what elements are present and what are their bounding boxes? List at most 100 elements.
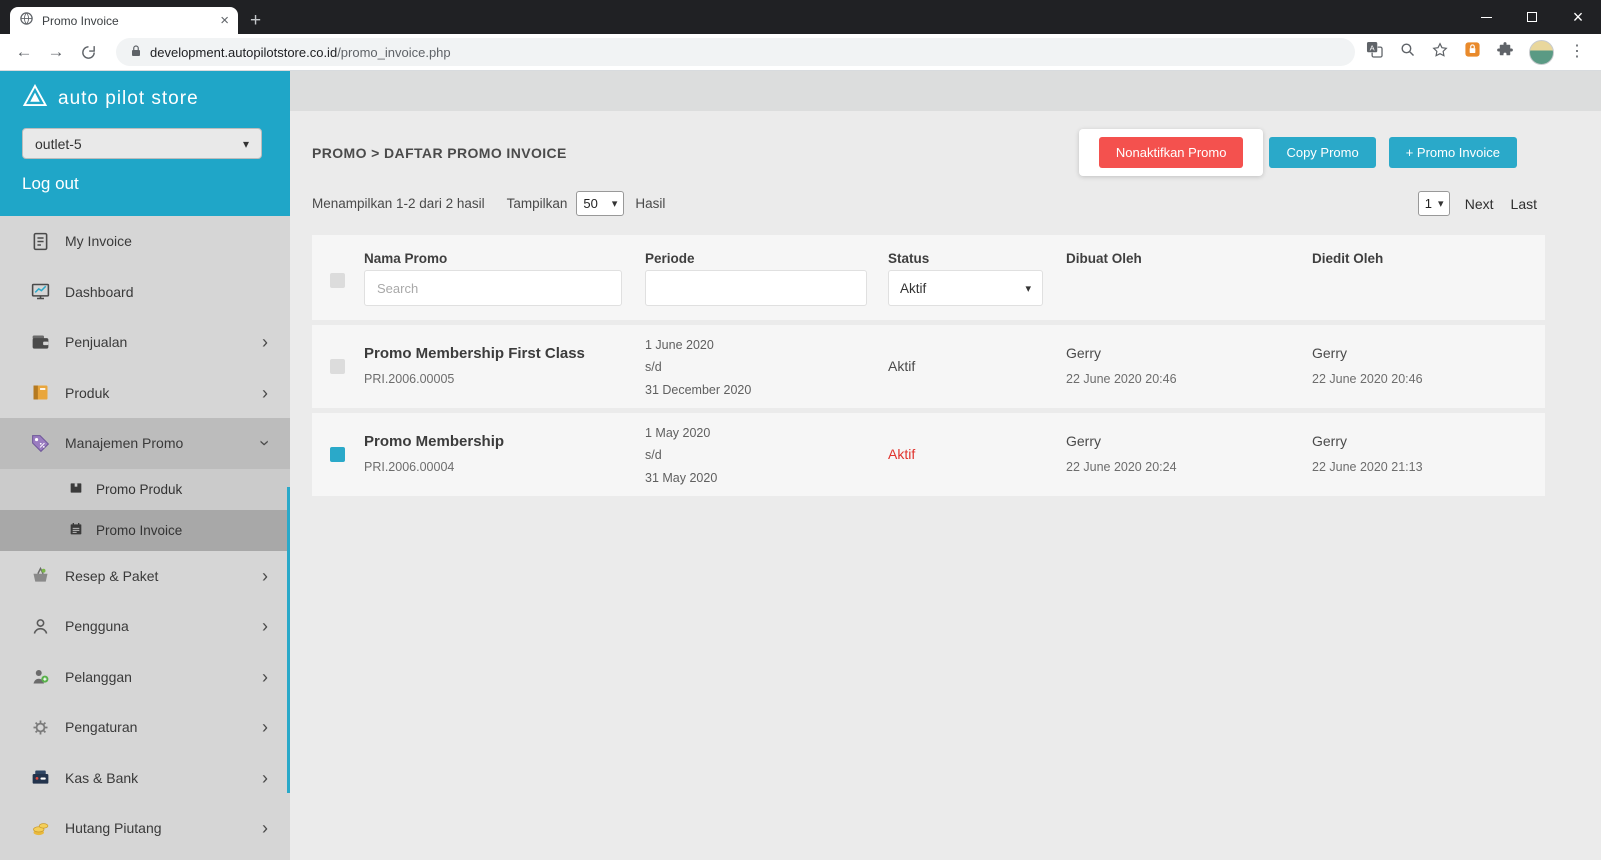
copy-promo-button[interactable]: Copy Promo bbox=[1269, 137, 1376, 168]
chevron-down-icon: ▾ bbox=[1025, 282, 1031, 295]
edited-at: 22 June 2020 21:13 bbox=[1312, 460, 1423, 474]
table-row[interactable]: Promo Membership PRI.2006.00004 1 May 20… bbox=[312, 413, 1545, 496]
edited-by: Gerry bbox=[1312, 433, 1347, 449]
page-value: 1 bbox=[1424, 196, 1432, 211]
sidebar-item-label: Promo Produk bbox=[96, 481, 183, 497]
sidebar-item-label: Hutang Piutang bbox=[65, 820, 162, 837]
translate-icon[interactable]: A bbox=[1365, 40, 1384, 64]
cash-register-icon bbox=[28, 767, 52, 788]
promo-code: PRI.2006.00005 bbox=[364, 372, 455, 386]
sidebar-item-label: Pelanggan bbox=[65, 668, 132, 685]
chevron-down-icon: ▾ bbox=[611, 198, 618, 210]
outlet-select[interactable]: outlet-5 ▾ bbox=[22, 128, 262, 159]
extensions-puzzle-icon[interactable] bbox=[1496, 41, 1514, 64]
promo-code: PRI.2006.00004 bbox=[364, 460, 455, 474]
sidebar-item-label: Resep & Paket bbox=[65, 567, 159, 584]
sidebar-item-label: Produk bbox=[65, 384, 110, 401]
browser-tab[interactable]: Promo Invoice × bbox=[10, 7, 238, 34]
sidebar-item-penjualan[interactable]: Penjualan › bbox=[0, 317, 290, 368]
row-checkbox[interactable] bbox=[330, 359, 345, 374]
add-promo-invoice-button[interactable]: + Promo Invoice bbox=[1388, 137, 1517, 168]
window-controls: × bbox=[1463, 0, 1601, 34]
action-buttons: Nonaktifkan Promo Copy Promo + Promo Inv… bbox=[1078, 129, 1517, 176]
sidebar-item-my-invoice[interactable]: My Invoice bbox=[0, 216, 290, 267]
chevron-right-icon: › bbox=[262, 382, 268, 403]
sidebar-item-pelanggan[interactable]: Pelanggan › bbox=[0, 652, 290, 703]
sidebar-item-hutang-piutang[interactable]: Hutang Piutang › bbox=[0, 803, 290, 854]
reload-icon[interactable] bbox=[74, 38, 102, 66]
window-maximize-button[interactable] bbox=[1509, 0, 1555, 34]
basket-icon bbox=[28, 565, 52, 586]
logo-triangle-icon bbox=[22, 83, 48, 113]
period-end: 31 December 2020 bbox=[645, 383, 752, 397]
list-controls: Menampilkan 1-2 dari 2 hasil Tampilkan 5… bbox=[312, 190, 1537, 217]
new-tab-button[interactable]: + bbox=[238, 7, 273, 34]
url-bar[interactable]: development.autopilotstore.co.id/promo_i… bbox=[116, 38, 1355, 66]
url-text: development.autopilotstore.co.id/promo_i… bbox=[150, 45, 451, 60]
logout-link[interactable]: Log out bbox=[22, 174, 268, 194]
select-all-checkbox[interactable] bbox=[330, 273, 345, 288]
sidebar-item-dashboard[interactable]: Dashboard bbox=[0, 267, 290, 318]
sidebar-item-promo-invoice[interactable]: Promo Invoice bbox=[0, 509, 290, 551]
edited-by: Gerry bbox=[1312, 345, 1347, 361]
window-minimize-button[interactable] bbox=[1463, 0, 1509, 34]
chevron-right-icon: › bbox=[262, 767, 268, 788]
outlet-select-value: outlet-5 bbox=[35, 135, 82, 152]
url-domain: development.autopilotstore.co.id bbox=[150, 44, 338, 60]
sidebar-item-resep-paket[interactable]: Resep & Paket › bbox=[0, 551, 290, 602]
sidebar-item-kas-bank[interactable]: Kas & Bank › bbox=[0, 753, 290, 804]
main-content: PROMO > DAFTAR PROMO INVOICE Nonaktifkan… bbox=[290, 71, 1601, 860]
wallet-icon bbox=[28, 332, 52, 353]
sidebar-menu: My Invoice Dashboard Penjualan › Produk … bbox=[0, 216, 290, 854]
period-start: 1 May 2020 bbox=[645, 426, 711, 440]
sidebar-item-label: Pengguna bbox=[65, 618, 129, 635]
nonaktifkan-promo-button[interactable]: Nonaktifkan Promo bbox=[1098, 137, 1244, 168]
page-size-select[interactable]: 50 ▾ bbox=[576, 191, 625, 216]
column-header-status: Status bbox=[888, 251, 930, 266]
nama-promo-search-input[interactable] bbox=[364, 270, 622, 306]
periode-filter-input[interactable] bbox=[645, 270, 867, 306]
row-checkbox[interactable] bbox=[330, 447, 345, 462]
sidebar-item-label: Kas & Bank bbox=[65, 769, 139, 786]
lock-icon[interactable] bbox=[130, 44, 142, 61]
bookmark-star-icon[interactable] bbox=[1431, 41, 1449, 64]
chevron-right-icon: › bbox=[262, 616, 268, 637]
chevron-right-icon: › bbox=[262, 666, 268, 687]
forward-icon[interactable]: → bbox=[42, 38, 70, 66]
status-value: Aktif bbox=[888, 358, 916, 374]
column-header-nama-promo: Nama Promo bbox=[364, 251, 448, 266]
browser-menu-icon[interactable]: ⋮ bbox=[1569, 44, 1585, 60]
zoom-icon[interactable] bbox=[1399, 41, 1416, 63]
chevron-right-icon: › bbox=[262, 717, 268, 738]
svg-text:A: A bbox=[1370, 43, 1375, 52]
extension-orange-icon[interactable] bbox=[1464, 41, 1481, 63]
sidebar-item-pengguna[interactable]: Pengguna › bbox=[0, 601, 290, 652]
browser-window: Promo Invoice × + × ← → development.auto… bbox=[0, 0, 1601, 860]
back-icon[interactable]: ← bbox=[10, 38, 38, 66]
sidebar-item-promo-produk[interactable]: Promo Produk bbox=[0, 468, 290, 510]
last-page-link[interactable]: Last bbox=[1511, 196, 1537, 212]
column-header-periode: Periode bbox=[645, 251, 695, 266]
table-row[interactable]: Promo Membership First Class PRI.2006.00… bbox=[312, 325, 1545, 408]
sidebar-item-manajemen-promo[interactable]: Manajemen Promo › bbox=[0, 418, 290, 469]
tab-close-icon[interactable]: × bbox=[220, 13, 229, 28]
next-page-link[interactable]: Next bbox=[1465, 196, 1494, 212]
window-close-button[interactable]: × bbox=[1555, 0, 1601, 34]
status-value: Aktif bbox=[888, 446, 916, 462]
top-band bbox=[290, 71, 1601, 111]
chevron-right-icon: › bbox=[262, 565, 268, 586]
page-select[interactable]: 1 ▾ bbox=[1417, 191, 1450, 216]
period-end: 31 May 2020 bbox=[645, 471, 718, 485]
sidebar-item-produk[interactable]: Produk › bbox=[0, 368, 290, 419]
period-separator: s/d bbox=[645, 360, 662, 374]
url-path: /promo_invoice.php bbox=[337, 44, 451, 60]
sidebar-item-pengaturan[interactable]: Pengaturan › bbox=[0, 702, 290, 753]
chevron-right-icon: › bbox=[262, 332, 268, 353]
created-by: Gerry bbox=[1066, 433, 1101, 449]
status-filter-select[interactable]: Aktif ▾ bbox=[888, 270, 1043, 306]
product-box-icon bbox=[28, 382, 52, 403]
sidebar-item-label: Dashboard bbox=[65, 283, 134, 300]
show-label: Tampilkan bbox=[506, 196, 568, 211]
profile-avatar[interactable] bbox=[1529, 39, 1554, 65]
chevron-down-icon: ▾ bbox=[1437, 198, 1444, 210]
